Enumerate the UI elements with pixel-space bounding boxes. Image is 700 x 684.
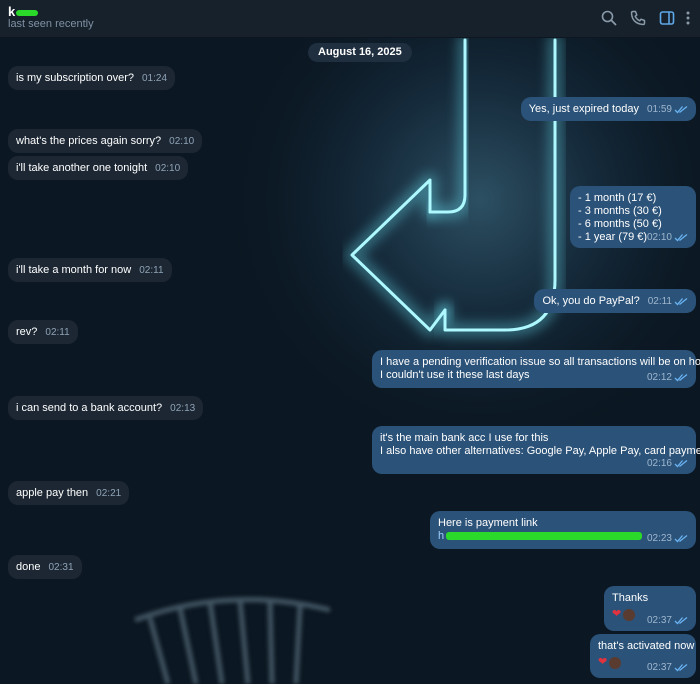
message-outgoing[interactable]: Ok, you do PayPal? 02:11 [534,289,696,313]
message-time: 01:24 [142,73,168,84]
message-text: it's the main bank acc I use for this [380,432,549,444]
message-outgoing[interactable]: - 1 month (17 €) - 3 months (30 €) - 6 m… [570,186,696,248]
message-time: 02:16 [646,458,672,469]
message-time: 02:10 [155,163,181,174]
date-separator: August 16, 2025 [308,43,412,62]
read-checkmark-icon [674,105,688,114]
message-time: 02:11 [139,265,164,276]
message-text: I also have other alternatives: Google P… [380,445,700,457]
message-incoming[interactable]: is my subscription over? 01:24 [8,66,176,90]
read-checkmark-icon [674,534,688,543]
message-incoming[interactable]: i'll take another one tonight 02:10 [8,156,189,180]
message-incoming[interactable]: what's the prices again sorry? 02:10 [8,129,203,153]
message-text: that's activated now [598,640,695,652]
message-reaction[interactable]: ❤ [612,608,636,621]
message-time: 01:59 [646,104,672,115]
read-checkmark-icon [674,373,688,382]
message-text: - 3 months (30 €) [578,205,662,217]
message-outgoing[interactable]: it's the main bank acc I use for this I … [372,426,700,474]
message-time: 02:10 [169,136,195,147]
read-checkmark-icon [674,663,688,672]
sidebar-toggle-icon[interactable] [658,9,676,27]
message-text: - 6 months (50 €) [578,218,662,230]
avatar [609,656,622,669]
message-time: 02:37 [646,615,672,626]
message-time: 02:11 [647,296,672,307]
message-time: 02:21 [96,488,122,499]
message-outgoing[interactable]: Yes, just expired today 01:59 [520,97,696,121]
read-checkmark-icon [674,233,688,242]
message-time: 02:23 [646,533,672,544]
message-text: I couldn't use it these last days [380,369,530,381]
message-incoming[interactable]: i'll take a month for now 02:11 [8,258,172,282]
message-time: 02:37 [646,662,672,673]
heart-icon: ❤ [612,608,622,620]
message-text: i'll take a month for now [16,264,132,276]
message-incoming[interactable]: done 02:31 [8,555,82,579]
heart-icon: ❤ [598,656,608,668]
message-text: i'll take another one tonight [16,162,148,174]
message-incoming[interactable]: apple pay then 02:21 [8,481,130,505]
message-time: 02:13 [170,403,196,414]
message-text: what's the prices again sorry? [16,135,162,147]
contact-status: last seen recently [8,18,94,30]
phone-icon[interactable] [629,9,647,27]
message-outgoing[interactable]: that's activated now ❤ 02:37 [590,634,696,678]
message-text: I have a pending verification issue so a… [380,356,700,368]
message-text: apple pay then [16,487,89,499]
message-text: Here is payment link [438,517,538,529]
message-text: Ok, you do PayPal? [542,295,640,307]
redaction-mark [446,532,643,541]
message-reaction[interactable]: ❤ [598,656,622,669]
message-text: is my subscription over? [16,72,134,84]
search-icon[interactable] [600,9,618,27]
message-text: done [16,561,41,573]
avatar [623,608,636,621]
message-incoming[interactable]: rev? 02:11 [8,320,78,344]
contact-name[interactable]: k [8,4,39,19]
more-icon[interactable] [682,9,694,27]
message-outgoing[interactable]: I have a pending verification issue so a… [372,350,700,388]
read-checkmark-icon [674,616,688,625]
message-text: rev? [16,326,38,338]
message-time: 02:31 [48,562,74,573]
message-time: 02:10 [646,232,672,243]
message-outgoing[interactable]: Thanks ❤ 02:37 [604,586,696,631]
message-outgoing[interactable]: Here is payment link h 02:23 [430,511,696,549]
message-text: Thanks [612,592,649,604]
message-incoming[interactable]: i can send to a bank account? 02:13 [8,396,204,420]
message-time: 02:11 [45,327,70,338]
message-text: i can send to a bank account? [16,402,163,414]
read-checkmark-icon [674,459,688,468]
chat-header: k last seen recently [0,0,700,38]
read-checkmark-icon [674,297,688,306]
message-text: - 1 month (17 €) [578,192,657,204]
message-text: Yes, just expired today [528,103,639,115]
message-time: 02:12 [646,372,672,383]
redaction-mark [16,9,39,16]
